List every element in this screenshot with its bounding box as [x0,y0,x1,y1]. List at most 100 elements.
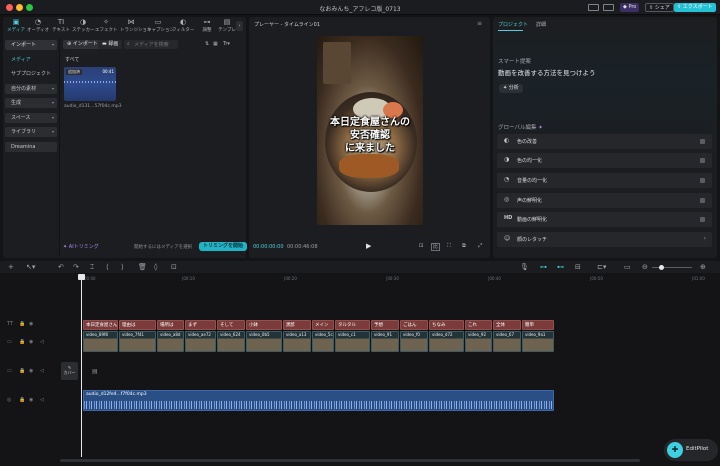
tab-audio[interactable]: ◔ オーディオ [27,17,49,37]
video-clip[interactable]: video_a13 [283,331,311,352]
fit-icon[interactable]: ⛶ [447,243,451,250]
text-clip[interactable]: ちなみ [429,320,464,330]
lock-icon[interactable]: 🔒 [19,321,25,327]
video-clip[interactable]: video_d72 [429,331,464,352]
speaker-icon[interactable]: ◁ [40,368,44,374]
zoom-in-icon[interactable]: ⊕ [700,263,706,271]
screen-icon[interactable]: ▭ [624,263,631,271]
ratio-icon[interactable]: 比 [431,243,441,251]
crop-icon[interactable]: ⊡ [419,243,424,249]
eye-icon[interactable]: ◉ [29,368,33,374]
text-clip[interactable]: 小鉢 [246,320,282,330]
toggle[interactable] [700,178,705,183]
timeline-ruler[interactable]: 00:00 |00:10 |00:20 |00:30 |00:40 |00:50… [78,275,720,284]
playhead[interactable] [78,274,85,457]
analyze-button[interactable]: ✦ 分析 [499,84,523,93]
toggle[interactable] [700,217,705,222]
global-edit-item[interactable]: ◔ 音量の均一化 [497,173,712,188]
video-clip[interactable]: video_ae72 [185,331,216,352]
text-clip[interactable]: これ [465,320,492,330]
undo-icon[interactable]: ↶ [58,263,64,271]
text-clip[interactable]: 本日定食屋さんの安否確認 [83,320,118,330]
toggle[interactable] [700,139,705,144]
record-button[interactable]: ▬ 録画 [98,40,123,49]
sidebar-item-library[interactable]: ライブラリ ▾ [5,127,57,137]
audio-clip[interactable]: audio_d12fe4...f7f04c.mp3 [83,390,554,411]
compare-icon[interactable]: ⧉ [462,243,466,250]
text-clip[interactable]: 予想 [371,320,399,330]
view-icon[interactable]: ▦ [213,41,218,47]
sidebar-item-generate[interactable]: 生成 ▾ [5,98,57,108]
sidebar-item-space[interactable]: スペース ▾ [5,112,57,123]
text-clip[interactable]: 理由は [119,320,156,330]
eye-icon[interactable]: ◉ [29,321,33,327]
video-clip[interactable]: video_5ca [312,331,334,352]
sort-icon[interactable]: ⇅ [205,41,209,47]
mic-icon[interactable]: 🎙 [520,263,529,271]
tab-adjust[interactable]: ⊶ 調整 [196,17,218,37]
preview-icon[interactable]: ⊟ [575,263,581,271]
redo-icon[interactable]: ↷ [73,263,79,271]
fullscreen-icon[interactable]: ⤢ [478,243,482,250]
tab-effect[interactable]: ✧ エフェクト [95,17,118,37]
sidebar-item-import[interactable]: インポート ▾ [5,40,57,50]
crop-icon[interactable]: ⊡ [171,263,177,271]
speaker-icon[interactable]: ◁ [40,339,44,345]
zoom-out-icon[interactable]: ⊖ [642,263,648,271]
menu-icon[interactable]: ≡ [477,20,482,27]
add-icon[interactable]: + [8,263,14,271]
tab-transition[interactable]: ⋈ トランジション [120,17,152,37]
tab-filter[interactable]: ◐ フィルター [172,17,194,37]
lock-icon[interactable]: 🔒 [19,397,25,403]
tab-project[interactable]: プロジェクト [498,21,528,28]
zoom-handle[interactable] [659,265,664,270]
toggle[interactable] [700,158,705,163]
global-edit-item[interactable]: ◎ 声の鮮明化 [497,193,712,208]
text-clip[interactable]: 全体 [493,320,521,330]
start-trim-button[interactable]: トリミングを開始 [199,242,248,251]
global-edit-item[interactable]: HD 動画の鮮明化 [497,212,712,227]
search-input[interactable] [124,40,178,49]
layout-icon[interactable] [603,4,614,11]
delete-icon[interactable]: 🗑 [138,263,147,271]
tab-media[interactable]: ▣ メディア [5,17,27,37]
video-clip[interactable]: video_c1 [335,331,370,352]
global-edit-item[interactable]: ◐ 色の改善 [497,134,712,149]
magnet-icon[interactable]: ⊶ [540,263,547,271]
filter-icon[interactable]: Tr▾ [223,41,230,47]
text-clip[interactable]: そして [217,320,245,330]
link-icon[interactable]: ⊷ [557,263,564,271]
sidebar-item-dreamina[interactable]: Dreamina [5,141,57,152]
select-icon[interactable]: ↖▾ [26,263,35,271]
pro-button[interactable]: ◆ Pro [620,3,640,12]
video-clip[interactable]: video_67 [493,331,521,352]
shield-icon[interactable]: ◊ [154,263,157,271]
export-button[interactable]: ⇪ エクスポート [674,3,716,12]
video-clip[interactable]: video_91 [371,331,399,352]
video-clip[interactable]: video_89f8 [83,331,118,352]
lock-icon[interactable]: 🔒 [19,368,25,374]
tab-detail[interactable]: 詳細 [536,21,546,28]
sidebar-item-subproject[interactable]: サブプロジェクト [5,69,57,79]
video-clip[interactable]: video_f0 [400,331,428,352]
text-clip[interactable]: 黒酢 [283,320,311,330]
text-clip[interactable]: タルタル [335,320,370,330]
eye-icon[interactable]: ◉ [29,339,33,345]
sidebar-item-media[interactable]: メディア [5,55,57,65]
video-clip[interactable]: video_92 [465,331,492,352]
tab-template[interactable]: ▤ テンプレ [216,17,238,37]
video-clip[interactable]: video_624 [217,331,245,352]
tab-text[interactable]: TI テキスト [50,17,72,37]
split-left-icon[interactable]: ⟨ [106,263,109,271]
video-clip[interactable]: video_0b5 [246,331,282,352]
toggle[interactable] [700,198,705,203]
media-thumbnail[interactable]: 追加済 00:41 [64,67,116,101]
horizontal-scrollbar[interactable] [60,459,640,462]
cover-button[interactable]: ✎ カバー [61,362,78,380]
eye-icon[interactable]: ◉ [29,397,33,403]
speaker-icon[interactable]: ◁ [40,397,44,403]
layout-icon[interactable] [588,4,599,11]
caption-link-icon[interactable]: ⊏▾ [597,263,606,271]
text-clip[interactable]: 簡単 [522,320,554,330]
zoom-slider[interactable] [652,265,692,270]
